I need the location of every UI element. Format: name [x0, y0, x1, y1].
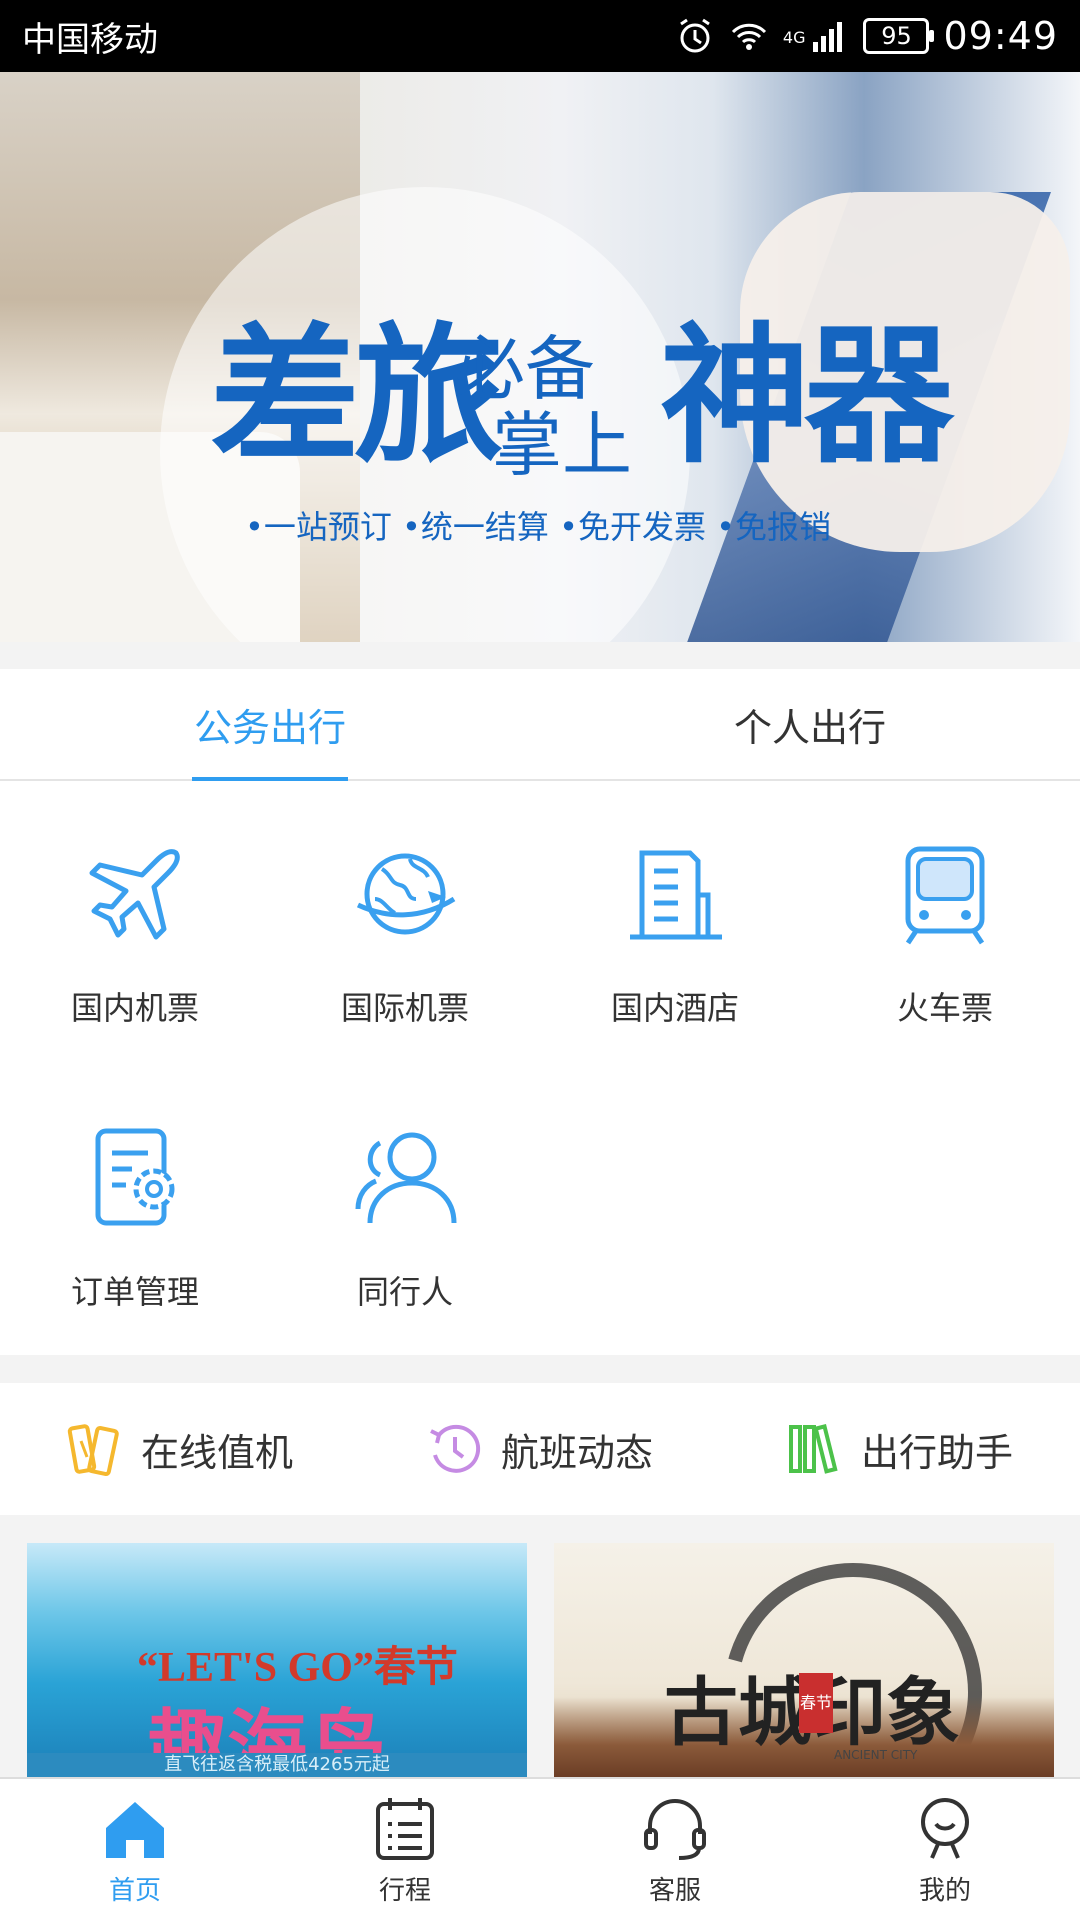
- globe-plane-icon: [356, 853, 456, 935]
- bottom-navigation: 首页 行程 客服 我的: [0, 1777, 1080, 1922]
- promo-banner-carousel[interactable]: 差旅 必备 掌上 神器 •一站预订 •统一结算 •免开发票 •免报销: [0, 72, 1080, 642]
- wifi-icon: [731, 23, 766, 50]
- tab-business-travel[interactable]: 公务出行: [0, 669, 540, 779]
- companion-icon: [355, 1132, 457, 1224]
- quick-links-bar: 在线值机 航班动态 出行助手: [0, 1383, 1080, 1515]
- itinerary-icon: [376, 1798, 434, 1860]
- building-icon: [630, 850, 722, 940]
- quick-link-label: 出行助手: [860, 1430, 1013, 1475]
- nav-itinerary[interactable]: 行程: [270, 1779, 540, 1922]
- service-train-ticket[interactable]: 火车票: [810, 839, 1080, 1029]
- nav-customer-service[interactable]: 客服: [540, 1779, 810, 1922]
- nav-label: 我的: [918, 1876, 971, 1906]
- promo-card-island[interactable]: “LET'S GO”春节 趣海岛 直飞往返含税最低4265元起: [27, 1543, 527, 1777]
- service-domestic-hotel[interactable]: 国内酒店: [540, 839, 810, 1029]
- profile-icon: [921, 1798, 969, 1859]
- promo-island-price: 直飞往返含税最低4265元起: [27, 1753, 527, 1777]
- nav-label: 首页: [108, 1876, 161, 1906]
- signal-icon: [813, 22, 843, 52]
- banner-subtitle: •一站预订 •统一结算 •免开发票 •免报销: [245, 508, 832, 546]
- service-companions[interactable]: 同行人: [270, 1123, 540, 1313]
- battery-indicator: 95: [863, 18, 935, 54]
- clock-history-icon: [430, 1424, 481, 1473]
- promo-card-ancient-city[interactable]: 古城印象 春节 ANCIENT CITY: [554, 1543, 1054, 1777]
- promo-city-subtitle: ANCIENT CITY: [834, 1748, 918, 1762]
- service-label: 同行人: [356, 1273, 453, 1311]
- quick-link-label: 航班动态: [500, 1430, 653, 1475]
- quick-link-travel-assistant[interactable]: 出行助手: [720, 1421, 1080, 1477]
- banner-title-part3: 掌上: [492, 404, 632, 486]
- service-order-management[interactable]: 订单管理: [0, 1123, 270, 1313]
- airplane-icon: [89, 849, 180, 940]
- nav-home[interactable]: 首页: [0, 1779, 270, 1922]
- service-label: 火车票: [896, 989, 993, 1027]
- quick-link-online-checkin[interactable]: 在线值机: [0, 1421, 360, 1477]
- nav-label: 客服: [648, 1876, 701, 1906]
- order-settings-icon: [95, 1128, 175, 1226]
- clock: 09:49: [943, 14, 1058, 58]
- service-international-flight[interactable]: 国际机票: [270, 839, 540, 1029]
- banner-title-part4: 神器: [660, 310, 954, 484]
- status-bar: 中国移动 4G 95 09:49: [0, 0, 1080, 72]
- service-label: 国内机票: [70, 989, 199, 1027]
- service-domestic-flight[interactable]: 国内机票: [0, 839, 270, 1029]
- books-icon: [788, 1424, 838, 1474]
- promo-city-stamp: 春节: [799, 1673, 833, 1733]
- boarding-pass-icon: [67, 1424, 119, 1477]
- service-label: 国际机票: [340, 989, 469, 1027]
- status-icons: 4G 95 09:49: [675, 14, 1058, 58]
- service-label: 订单管理: [70, 1273, 199, 1311]
- alarm-icon: [680, 18, 710, 53]
- home-icon: [106, 1802, 164, 1858]
- quick-link-label: 在线值机: [140, 1430, 293, 1475]
- headset-icon: [644, 1799, 706, 1860]
- tab-personal-travel[interactable]: 个人出行: [540, 669, 1080, 779]
- service-grid: 国内机票 国际机票 国内酒店 火车票 订单管理 同行人: [0, 781, 1080, 1355]
- network-type: 4G: [782, 28, 806, 47]
- carrier-label: 中国移动: [22, 19, 158, 60]
- banner-title-part2: 必备: [455, 328, 595, 410]
- quick-link-flight-status[interactable]: 航班动态: [360, 1421, 720, 1477]
- nav-label: 行程: [378, 1876, 431, 1906]
- travel-type-tabs: 公务出行 个人出行: [0, 669, 1080, 781]
- service-label: 国内酒店: [610, 989, 739, 1027]
- train-icon: [905, 846, 985, 945]
- nav-profile[interactable]: 我的: [810, 1779, 1080, 1922]
